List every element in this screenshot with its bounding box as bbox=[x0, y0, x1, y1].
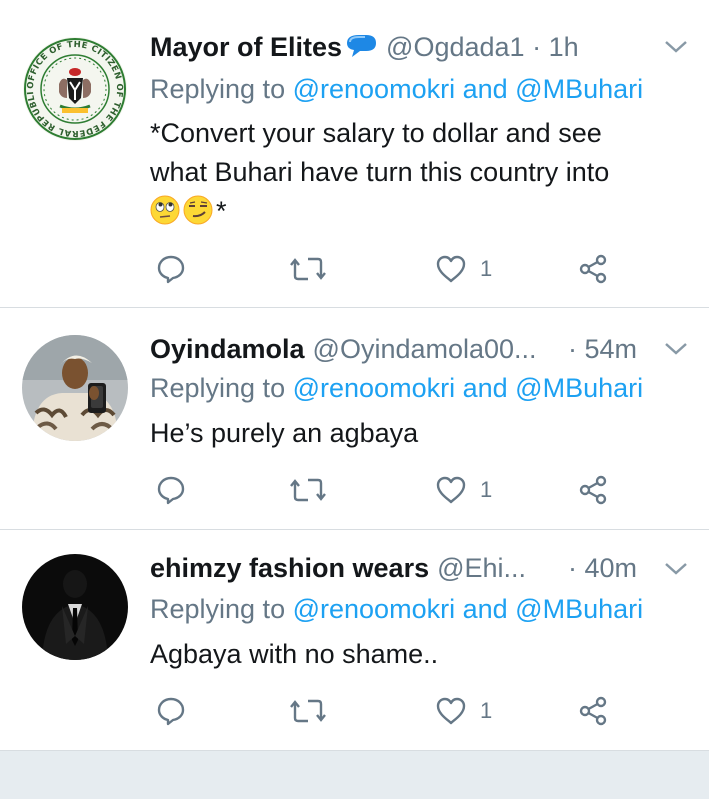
tweet-text-line: * bbox=[150, 192, 690, 231]
reply-context: Replying to @renoomokri and @MBuhari bbox=[150, 72, 643, 106]
avatar[interactable]: OFFICE OF THE CITIZEN OF THE FEDERAL REP… bbox=[22, 36, 128, 142]
tweet-actions: 1 bbox=[150, 473, 620, 507]
mention-link[interactable]: @MBuhari bbox=[515, 74, 643, 104]
person-photo bbox=[22, 335, 128, 441]
heart-icon bbox=[436, 476, 466, 504]
mention-link[interactable]: @renoomokri bbox=[293, 74, 455, 104]
tweet[interactable]: OFFICE OF THE CITIZEN OF THE FEDERAL REP… bbox=[0, 0, 709, 307]
timestamp[interactable]: 54m bbox=[585, 334, 638, 364]
heart-icon bbox=[436, 697, 466, 725]
tweet-text-line: He’s purely an agbaya bbox=[150, 418, 419, 448]
mention-link[interactable]: @renoomokri bbox=[293, 373, 455, 403]
tweet-text-line: *Convert your salary to dollar and see bbox=[150, 118, 602, 148]
retweet-icon bbox=[290, 478, 326, 502]
tweet[interactable]: Oyindamola @Oyindamola00... · 54m Replyin… bbox=[0, 308, 709, 530]
avatar[interactable] bbox=[22, 335, 128, 441]
author-handle[interactable]: @Oyindamola00... bbox=[313, 334, 537, 364]
mention-link[interactable]: @MBuhari bbox=[515, 373, 643, 403]
timeline-footer bbox=[0, 751, 709, 799]
tweet-text-line: what Buhari have turn this country into bbox=[150, 157, 610, 187]
smirking-face-icon bbox=[183, 195, 213, 225]
tweet-header: ehimzy fashion wears @Ehi... bbox=[150, 551, 526, 585]
tweet[interactable]: ehimzy fashion wears @Ehi... · 40m Replyi… bbox=[0, 530, 709, 751]
tweet-text: He’s purely an agbaya bbox=[150, 414, 690, 453]
reply-prefix: Replying to bbox=[150, 594, 286, 624]
tweet-header: Oyindamola @Oyindamola00... bbox=[150, 332, 537, 366]
tweet-text: *Convert your salary to dollar and see w… bbox=[150, 114, 690, 231]
like-count: 1 bbox=[480, 698, 493, 723]
share-button[interactable] bbox=[578, 252, 608, 286]
tweet-text-line: Agbaya with no shame.. bbox=[150, 639, 439, 669]
reply-context: Replying to @renoomokri and @MBuhari bbox=[150, 592, 643, 626]
suit-photo bbox=[22, 554, 128, 660]
chevron-down-icon[interactable] bbox=[663, 560, 689, 578]
mention-link[interactable]: @renoomokri bbox=[293, 594, 455, 624]
like-button[interactable]: 1 bbox=[436, 252, 492, 286]
like-count: 1 bbox=[480, 256, 493, 281]
like-button[interactable]: 1 bbox=[436, 473, 492, 507]
like-count: 1 bbox=[480, 477, 493, 502]
reply-conjunction[interactable]: and bbox=[463, 74, 508, 104]
share-icon bbox=[579, 696, 607, 726]
separator: · bbox=[568, 553, 577, 583]
speech-bubble-icon bbox=[347, 35, 377, 57]
author-name[interactable]: Oyindamola bbox=[150, 334, 305, 364]
tweet-actions: 1 bbox=[150, 694, 620, 728]
timestamp[interactable]: 1h bbox=[549, 32, 579, 62]
separator: · bbox=[568, 334, 577, 364]
like-button[interactable]: 1 bbox=[436, 694, 492, 728]
reply-prefix: Replying to bbox=[150, 74, 286, 104]
author-name[interactable]: Mayor of Elites bbox=[150, 32, 342, 62]
reply-icon bbox=[157, 476, 185, 505]
chevron-down-icon[interactable] bbox=[663, 38, 689, 56]
timestamp[interactable]: 40m bbox=[585, 553, 638, 583]
share-button[interactable] bbox=[578, 694, 608, 728]
heart-icon bbox=[436, 255, 466, 283]
reply-button[interactable] bbox=[156, 694, 186, 728]
reply-context: Replying to @renoomokri and @MBuhari bbox=[150, 371, 643, 405]
author-handle[interactable]: @Ehi... bbox=[437, 553, 526, 583]
seal-logo: OFFICE OF THE CITIZEN OF THE FEDERAL REP… bbox=[22, 36, 127, 141]
retweet-button[interactable] bbox=[290, 694, 326, 728]
share-button[interactable] bbox=[578, 473, 608, 507]
separator: · bbox=[532, 32, 542, 62]
chevron-down-icon[interactable] bbox=[663, 340, 689, 358]
reply-icon bbox=[157, 255, 185, 284]
reply-icon bbox=[157, 697, 185, 726]
author-handle[interactable]: @Ogdada1 bbox=[386, 32, 525, 62]
tweet-time: · 54m bbox=[568, 332, 637, 366]
tweet-header: Mayor of Elites @Ogdada1 · 1h bbox=[150, 30, 579, 64]
reply-button[interactable] bbox=[156, 252, 186, 286]
tweet-text: Agbaya with no shame.. bbox=[150, 635, 690, 674]
tweet-time: · 40m bbox=[568, 551, 637, 585]
author-name[interactable]: ehimzy fashion wears bbox=[150, 553, 429, 583]
mention-link[interactable]: @MBuhari bbox=[515, 594, 643, 624]
retweet-button[interactable] bbox=[290, 252, 326, 286]
reply-conjunction[interactable]: and bbox=[463, 594, 508, 624]
share-icon bbox=[579, 254, 607, 284]
retweet-icon bbox=[290, 699, 326, 723]
tweet-actions: 1 bbox=[150, 252, 620, 286]
retweet-icon bbox=[290, 257, 326, 281]
reply-conjunction[interactable]: and bbox=[463, 373, 508, 403]
reply-prefix: Replying to bbox=[150, 373, 286, 403]
share-icon bbox=[579, 475, 607, 505]
avatar[interactable] bbox=[22, 554, 128, 660]
reply-button[interactable] bbox=[156, 473, 186, 507]
tweet-text-suffix: * bbox=[216, 196, 227, 226]
retweet-button[interactable] bbox=[290, 473, 326, 507]
face-with-rolling-eyes-icon bbox=[150, 195, 180, 225]
